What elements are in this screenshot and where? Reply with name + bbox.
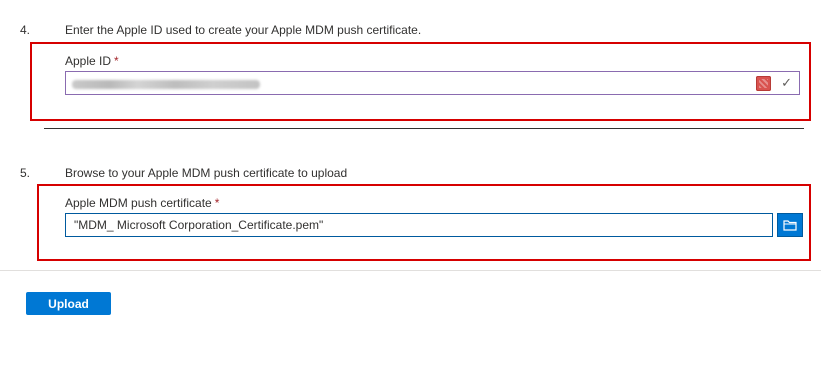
apple-id-input[interactable]: ✓ xyxy=(65,71,800,95)
apple-id-label: Apple ID * xyxy=(65,54,119,68)
step-number-4: 4. xyxy=(20,23,31,37)
apple-id-label-text: Apple ID xyxy=(65,54,112,68)
upload-button[interactable]: Upload xyxy=(26,292,111,315)
required-marker: * xyxy=(114,54,119,68)
checkmark-icon: ✓ xyxy=(781,75,792,90)
section-divider xyxy=(44,128,804,129)
folder-icon xyxy=(783,220,797,231)
password-manager-icon[interactable] xyxy=(756,76,771,91)
required-marker: * xyxy=(214,196,220,210)
step-number-5: 5. xyxy=(20,166,31,180)
certificate-label: Apple MDM push certificate * xyxy=(65,196,219,210)
footer-divider xyxy=(0,270,821,271)
certificate-label-text: Apple MDM push certificate xyxy=(65,196,212,210)
page: 4. Enter the Apple ID used to create you… xyxy=(0,0,821,373)
apple-id-redacted-value xyxy=(72,80,260,89)
browse-folder-button[interactable] xyxy=(777,213,803,237)
certificate-file-input[interactable]: "MDM_ Microsoft Corporation_Certificate.… xyxy=(65,213,773,237)
step-4-instruction: Enter the Apple ID used to create your A… xyxy=(65,23,422,37)
step-5-instruction: Browse to your Apple MDM push certificat… xyxy=(65,166,348,180)
